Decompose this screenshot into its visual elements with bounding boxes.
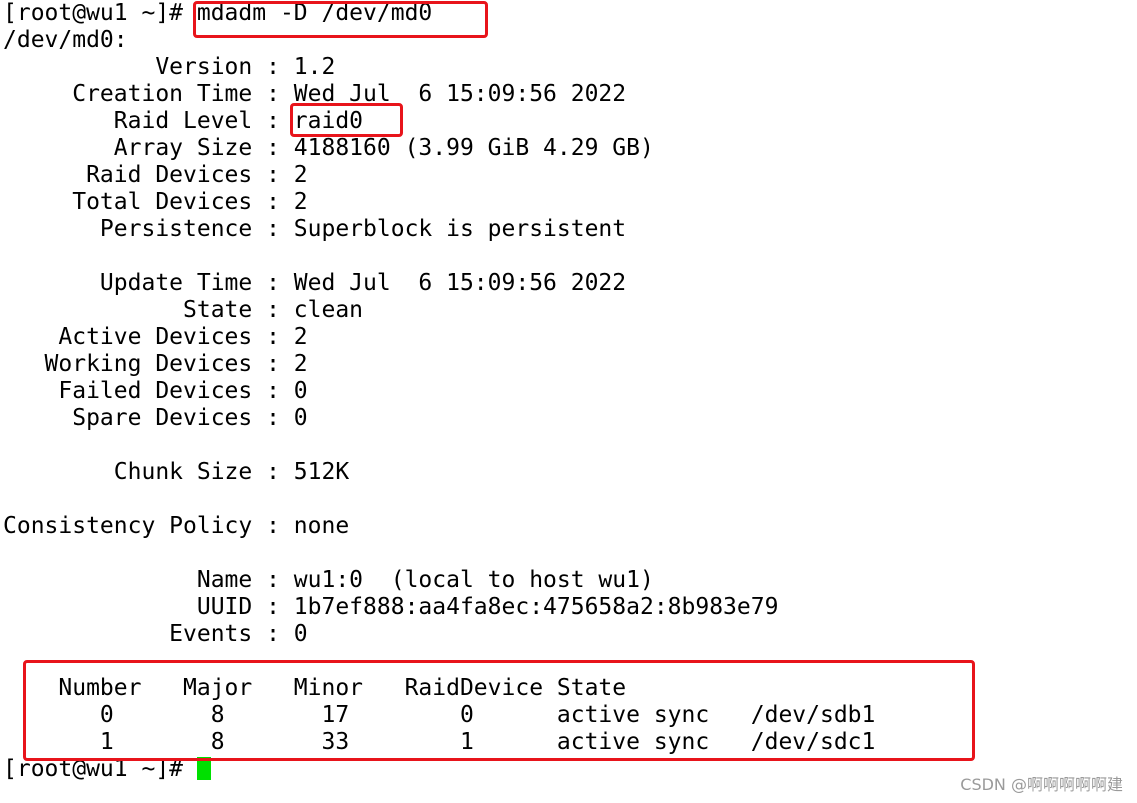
device-header: /dev/md0:: [3, 27, 128, 53]
prompt-line[interactable]: [root@wu1 ~]#: [3, 756, 875, 783]
detail-failed-devices: Failed Devices : 0: [3, 378, 308, 404]
device-table-row: 0 8 17 0 active sync /dev/sdb1: [3, 702, 876, 728]
detail-uuid: UUID : 1b7ef888:aa4fa8ec:475658a2:8b983e…: [3, 594, 779, 620]
detail-update-time: Update Time : Wed Jul 6 15:09:56 2022: [3, 270, 627, 296]
detail-persistence: Persistence : Superblock is persistent: [3, 216, 627, 242]
command-line: [root@wu1 ~]# mdadm -D /dev/md0: [3, 0, 433, 26]
terminal-output[interactable]: [root@wu1 ~]# mdadm -D /dev/md0 /dev/md0…: [3, 0, 875, 783]
detail-consistency-policy: Consistency Policy : none: [3, 513, 350, 539]
detail-creation-time: Creation Time : Wed Jul 6 15:09:56 2022: [3, 81, 627, 107]
detail-version: Version : 1.2: [3, 54, 336, 80]
terminal-cursor: [196, 757, 211, 780]
detail-spare-devices: Spare Devices : 0: [3, 405, 308, 431]
detail-chunk-size: Chunk Size : 512K: [3, 459, 350, 485]
detail-raid-devices: Raid Devices : 2: [3, 162, 308, 188]
detail-working-devices: Working Devices : 2: [3, 351, 308, 377]
detail-name: Name : wu1:0 (local to host wu1): [3, 567, 654, 593]
shell-prompt: [root@wu1 ~]#: [3, 756, 197, 782]
watermark: CSDN @啊啊啊啊啊建: [960, 775, 1123, 794]
detail-state: State : clean: [3, 297, 364, 323]
detail-active-devices: Active Devices : 2: [3, 324, 308, 350]
device-table-row: 1 8 33 1 active sync /dev/sdc1: [3, 729, 876, 755]
detail-events: Events : 0: [3, 621, 308, 647]
detail-raid-level: Raid Level : raid0: [3, 108, 364, 134]
detail-array-size: Array Size : 4188160 (3.99 GiB 4.29 GB): [3, 135, 654, 161]
detail-total-devices: Total Devices : 2: [3, 189, 308, 215]
device-table-header: Number Major Minor RaidDevice State: [3, 675, 627, 701]
